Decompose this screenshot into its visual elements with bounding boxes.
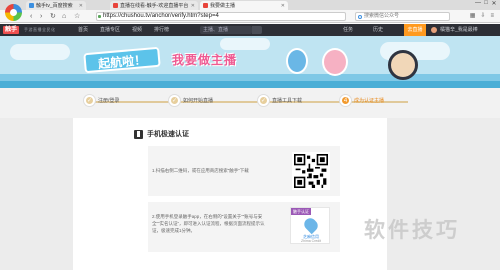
step-label: 直播工具下载 bbox=[272, 98, 303, 104]
phone-icon bbox=[134, 129, 143, 139]
star-icon[interactable]: ☆ bbox=[74, 13, 80, 20]
step-verify: 4 成为认证主播 bbox=[340, 95, 384, 106]
app-subtitle: Zhima Credit bbox=[300, 239, 322, 243]
nav-rankings[interactable]: 排行榜 bbox=[148, 24, 175, 36]
history-link[interactable]: 历史 bbox=[373, 24, 383, 36]
mascot-blue-illustration bbox=[286, 48, 308, 74]
refresh-icon[interactable]: ↻ bbox=[50, 13, 56, 20]
tab-become-streamer[interactable]: 我要做主播 ✕ bbox=[200, 1, 288, 10]
back-arrow-icon[interactable]: ‹ bbox=[30, 13, 32, 20]
cloud-shape bbox=[10, 44, 70, 60]
cloud-shape bbox=[220, 38, 270, 50]
site-search-input[interactable]: 主播、直播 bbox=[200, 26, 252, 34]
download-card: 1.扫描右侧二维码，或在应用商店搜索“触手”下载 bbox=[148, 146, 340, 196]
mascot-pink-illustration bbox=[322, 48, 348, 76]
tab-label: 直播在线看-触手-欢迎直播平台 bbox=[120, 3, 189, 9]
step-label: 注册/登录 bbox=[98, 98, 120, 104]
close-icon[interactable]: ✕ bbox=[79, 3, 83, 9]
site-favicon-icon bbox=[113, 3, 118, 8]
site-logo[interactable]: 触手 bbox=[3, 26, 20, 34]
forward-arrow-icon[interactable]: › bbox=[40, 13, 42, 20]
card-instruction-line3: 证，极速完成1分钟。 bbox=[152, 228, 196, 233]
watermark: 软件技巧 bbox=[364, 219, 460, 242]
window-controls: — □ ✕ bbox=[474, 0, 498, 7]
hero-banner: 起航啦！ 我要做主播 bbox=[0, 36, 500, 88]
browser-tab-strip: 触手tv_百度搜索 ✕ 直播在线看-触手-欢迎直播平台 ✕ 我要做主播 ✕ — … bbox=[0, 0, 500, 10]
nav-videos[interactable]: 视频 bbox=[126, 24, 148, 36]
app-tag: 触手认证 bbox=[291, 208, 311, 215]
minimize-button[interactable]: — bbox=[474, 0, 482, 7]
site-header: 触手 手游直播全民化 首页 直播专区 视频 排行榜 主播、直播 任务 历史 去直… bbox=[0, 24, 500, 36]
avatar[interactable] bbox=[431, 27, 437, 33]
home-icon[interactable]: ⌂ bbox=[62, 13, 66, 20]
task-link[interactable]: 任务 bbox=[343, 24, 353, 36]
step-label: 如何开始直播 bbox=[183, 98, 214, 104]
check-icon: ✓ bbox=[258, 95, 269, 106]
banner-ribbon: 起航啦！ bbox=[83, 46, 161, 74]
menu-icon[interactable]: ≡ bbox=[490, 13, 494, 20]
nav-live-zone[interactable]: 直播专区 bbox=[94, 24, 126, 36]
nav-home[interactable]: 首页 bbox=[72, 24, 94, 36]
close-icon[interactable]: ✕ bbox=[281, 3, 285, 9]
search-engine-icon bbox=[358, 15, 362, 19]
app-screenshot: 触手认证 芝麻信用 Zhima Credit bbox=[290, 207, 330, 244]
step-register: ✓ 注册/登录 bbox=[84, 95, 119, 106]
baidu-favicon-icon bbox=[29, 3, 34, 8]
url-input[interactable]: https://chushou.tv/anchor/verify.htm?ste… bbox=[96, 12, 346, 21]
step-number: 4 bbox=[340, 95, 351, 106]
main-nav: 首页 直播专区 视频 排行榜 bbox=[72, 24, 175, 36]
banner-slogan: 我要做主播 bbox=[172, 53, 238, 67]
search-icon[interactable] bbox=[252, 26, 262, 34]
username[interactable]: 橘猫辛_我是最棒 bbox=[440, 24, 478, 36]
check-icon: ✓ bbox=[169, 95, 180, 106]
tab-baidu-search[interactable]: 触手tv_百度搜索 ✕ bbox=[26, 1, 86, 10]
check-icon: ✓ bbox=[84, 95, 95, 106]
browser-search-input[interactable]: 搜索微信公众号 bbox=[355, 12, 450, 21]
tab-label: 我要做主播 bbox=[210, 3, 236, 9]
card-instruction: 1.扫描右侧二维码，或在应用商店搜索“触手”下载 bbox=[152, 168, 249, 173]
site-favicon-icon bbox=[203, 3, 208, 8]
verify-card: 2.使用手机登录触手app，在右侧的“设置关于”“账号与安 全”“实名认证”，即… bbox=[148, 202, 340, 252]
grid-icon[interactable]: ▦ bbox=[470, 13, 476, 20]
step-start-streaming: ✓ 如何开始直播 bbox=[169, 95, 213, 106]
address-bar: ‹ › ↻ ⌂ ☆ https://chushou.tv/anchor/veri… bbox=[0, 10, 500, 23]
step-label: 成为认证主播 bbox=[354, 98, 385, 104]
search-placeholder: 搜索微信公众号 bbox=[364, 13, 400, 19]
mascot-pirate-illustration bbox=[388, 50, 418, 80]
wave-shape bbox=[0, 81, 500, 88]
browser-tools: ▦ ⇩ ≡ bbox=[470, 13, 494, 20]
browser-logo-icon[interactable] bbox=[5, 4, 22, 21]
download-icon[interactable]: ⇩ bbox=[480, 13, 485, 20]
close-window-button[interactable]: ✕ bbox=[490, 0, 498, 7]
zhima-credit-logo-icon bbox=[301, 215, 321, 235]
tab-label: 触手tv_百度搜索 bbox=[36, 3, 73, 9]
card-instruction-line1: 2.使用手机登录触手app，在右侧的“设置关于”“账号与安 bbox=[152, 214, 263, 219]
section-title: 手机极速认证 bbox=[147, 131, 189, 138]
tab-live-list[interactable]: 直播在线看-触手-欢迎直播平台 ✕ bbox=[110, 1, 198, 10]
section-header: 手机极速认证 bbox=[134, 129, 189, 139]
lock-icon bbox=[98, 15, 101, 18]
close-icon[interactable]: ✕ bbox=[191, 3, 195, 9]
maximize-button[interactable]: □ bbox=[482, 0, 490, 7]
steps-bar bbox=[0, 88, 500, 118]
site-slogan: 手游直播全民化 bbox=[24, 27, 56, 32]
qr-code[interactable] bbox=[292, 152, 330, 190]
qr-code-icon bbox=[294, 154, 328, 188]
card-instruction-line2: 全”“实名认证”，即可进入认证流程，根据页面流程提示认 bbox=[152, 221, 265, 226]
step-download-tools: ✓ 直播工具下载 bbox=[258, 95, 302, 106]
go-live-button[interactable]: 去直播 bbox=[404, 24, 426, 36]
